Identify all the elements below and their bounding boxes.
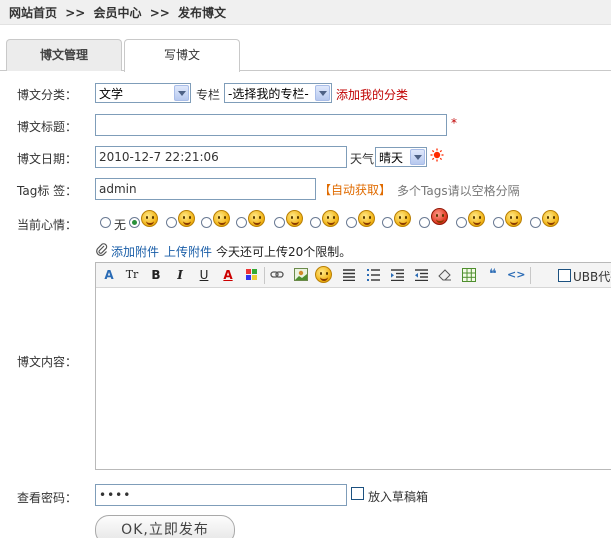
mood-radio-11[interactable]: [493, 217, 504, 228]
mood-radio-2[interactable]: [166, 217, 177, 228]
date-input[interactable]: 2010-12-7 22:21:06: [95, 146, 347, 168]
weather-label: 天气: [350, 152, 375, 166]
auto-fetch-link[interactable]: 【自动获取】: [319, 181, 391, 198]
mood-radio-9[interactable]: [419, 217, 430, 228]
italic-icon[interactable]: I: [171, 266, 189, 284]
sun-icon: [430, 148, 444, 162]
indent-icon[interactable]: [388, 266, 406, 284]
breadcrumb-home[interactable]: 网站首页: [9, 6, 57, 20]
mood-radio-6[interactable]: [310, 217, 321, 228]
link-icon[interactable]: [268, 266, 286, 284]
weather-selected-value: 晴天: [379, 151, 404, 165]
quote-icon[interactable]: ❝: [484, 266, 502, 284]
emoticon-icon[interactable]: [315, 266, 333, 284]
password-label: 查看密码：: [17, 491, 78, 505]
ubb-label: UBB代码: [573, 270, 611, 284]
tab-manage[interactable]: 博文管理: [6, 39, 122, 71]
chevron-down-icon: [410, 149, 425, 165]
image-icon[interactable]: [292, 266, 310, 284]
editor-toolbar: A Tr B I U A ❝ <> UBB代: [96, 263, 611, 288]
mood-label: 当前心情：: [17, 218, 78, 232]
add-attachment-link[interactable]: 添加附件: [111, 243, 159, 260]
tab-write[interactable]: 写博文: [124, 39, 240, 72]
align-icon[interactable]: [340, 266, 358, 284]
category-selected-value: 文学: [99, 87, 124, 101]
eraser-icon[interactable]: [436, 266, 454, 284]
cool-emoticon-icon: [178, 210, 195, 227]
mood-radio-1[interactable]: [129, 217, 140, 228]
surprise-emoticon-icon: [468, 210, 485, 227]
emoticon-face-icon: [315, 266, 332, 283]
bg-color-icon[interactable]: [243, 266, 261, 284]
smile-emoticon-icon: [141, 210, 158, 227]
category-label: 博文分类：: [17, 88, 78, 102]
password-input[interactable]: ••••: [95, 484, 347, 506]
mood-none-label: 无: [114, 218, 127, 232]
toolbar-divider: [530, 267, 531, 284]
breadcrumb-separator: >>: [65, 6, 86, 20]
category-select[interactable]: 文学: [95, 83, 191, 103]
font-size-icon[interactable]: Tr: [123, 266, 141, 284]
title-label: 博文标题：: [17, 120, 78, 134]
table-icon[interactable]: [460, 266, 478, 284]
mood-radio-12[interactable]: [530, 217, 541, 228]
code-icon[interactable]: <>: [507, 266, 525, 284]
tag-label: Tag标 签：: [17, 184, 78, 198]
sleepy-emoticon-icon: [358, 210, 375, 227]
shy-emoticon-icon: [394, 210, 411, 227]
grin-emoticon-icon: [248, 210, 265, 227]
mood-radio-7[interactable]: [346, 217, 357, 228]
content-editor[interactable]: A Tr B I U A ❝ <> UBB代: [95, 262, 611, 470]
chevron-down-icon: [174, 85, 189, 101]
upload-attachment-link[interactable]: 上传附件: [164, 243, 212, 260]
wink-emoticon-icon: [542, 210, 559, 227]
cry-emoticon-icon: [505, 210, 522, 227]
font-face-icon[interactable]: A: [100, 266, 118, 284]
font-color-icon[interactable]: A: [219, 266, 237, 284]
chevron-down-icon: [315, 85, 330, 101]
mood-radio-5[interactable]: [274, 217, 285, 228]
publish-button[interactable]: OK,立即发布: [95, 515, 235, 538]
column-label: 专栏: [196, 88, 221, 102]
draft-label: 放入草稿箱: [368, 490, 429, 504]
tag-input[interactable]: admin: [95, 178, 316, 200]
angry-emoticon-icon: [431, 208, 448, 225]
toolbar-divider: [264, 267, 265, 284]
mood-radio-8[interactable]: [382, 217, 393, 228]
date-label: 博文日期：: [17, 152, 78, 166]
column-select[interactable]: -选择我的专栏-: [224, 83, 332, 103]
underline-icon[interactable]: U: [195, 266, 213, 284]
paperclip-icon: [96, 243, 108, 256]
love-emoticon-icon: [322, 210, 339, 227]
mood-radio-4[interactable]: [236, 217, 247, 228]
required-mark: *: [451, 116, 457, 130]
mood-radio-none[interactable]: [100, 217, 111, 228]
add-category-link[interactable]: 添加我的分类: [336, 86, 408, 103]
laugh-emoticon-icon: [213, 210, 230, 227]
breadcrumb-current: 发布博文: [178, 6, 227, 20]
tab-bar: 博文管理 写博文: [0, 39, 611, 72]
attachment-limit: 今天还可上传20个限制。: [216, 245, 352, 259]
draft-checkbox[interactable]: [351, 487, 364, 500]
weather-select[interactable]: 晴天: [375, 147, 427, 167]
bold-icon[interactable]: B: [147, 266, 165, 284]
ordered-list-icon[interactable]: [364, 266, 382, 284]
tongue-emoticon-icon: [286, 210, 303, 227]
content-label: 博文内容：: [17, 355, 78, 369]
ubb-checkbox[interactable]: [558, 269, 571, 282]
breadcrumb-separator: >>: [149, 6, 170, 20]
mood-radio-10[interactable]: [456, 217, 467, 228]
breadcrumb: 网站首页 >> 会员中心 >> 发布博文: [0, 0, 611, 25]
column-selected-value: -选择我的专栏-: [228, 87, 309, 101]
mood-radio-3[interactable]: [201, 217, 212, 228]
tag-hint: 多个Tags请以空格分隔: [397, 184, 520, 198]
outdent-icon[interactable]: [412, 266, 430, 284]
title-input[interactable]: [95, 114, 447, 136]
breadcrumb-member[interactable]: 会员中心: [94, 6, 142, 20]
